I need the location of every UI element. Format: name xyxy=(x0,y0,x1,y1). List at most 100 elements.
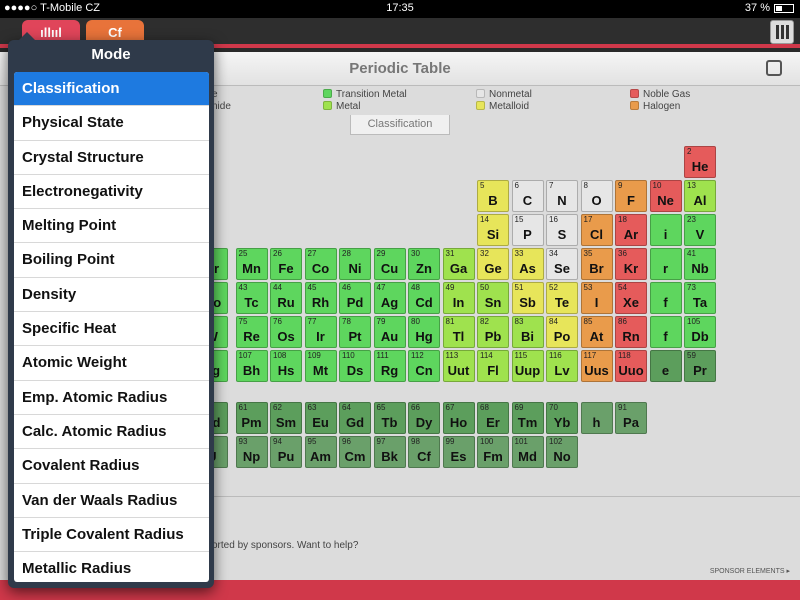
element-cell[interactable]: 43 Tc xyxy=(235,282,268,314)
element-cell[interactable]: 67 Ho xyxy=(442,402,475,434)
element-cell[interactable]: 36 Kr xyxy=(615,248,647,280)
element-cell[interactable]: 61 Pm xyxy=(235,402,268,434)
element-cell[interactable]: 64 Gd xyxy=(339,402,371,434)
element-cell[interactable]: 77 Ir xyxy=(304,316,337,348)
mode-option[interactable]: Density xyxy=(14,278,209,313)
element-cell[interactable]: 53 I xyxy=(580,282,613,314)
element-cell[interactable]: 62 Sm xyxy=(270,402,302,434)
element-cell[interactable]: 8O xyxy=(580,180,613,212)
sponsor-message[interactable]: orted by sponsors. Want to help? xyxy=(212,540,358,551)
element-cell[interactable]: 97 Bk xyxy=(373,436,406,468)
element-cell[interactable]: 83 Bi xyxy=(511,316,544,348)
element-cell[interactable]: 111 Rg xyxy=(373,350,406,382)
element-cell[interactable]: 84 Po xyxy=(546,316,578,348)
element-cell[interactable]: 82 Pb xyxy=(477,316,509,348)
element-cell[interactable]: 110 Ds xyxy=(339,350,371,382)
element-cell[interactable]: 94 Pu xyxy=(270,436,302,468)
mode-option[interactable]: Crystal Structure xyxy=(14,141,209,175)
element-cell[interactable]: 41 Nb xyxy=(684,248,716,280)
element-cell[interactable]: 86 Rn xyxy=(615,316,647,348)
element-cell[interactable]: 15 P xyxy=(511,214,544,246)
mode-option[interactable]: Melting Point xyxy=(14,209,209,244)
element-cell[interactable]: 96 Cm xyxy=(339,436,371,468)
element-cell[interactable]: 16 S xyxy=(546,214,578,246)
element-cell[interactable]: 59 Pr xyxy=(684,350,716,382)
element-cell[interactable]: 99 Es xyxy=(442,436,475,468)
element-cell[interactable]: 44 Ru xyxy=(270,282,302,314)
element-cell[interactable]: 46 Pd xyxy=(339,282,371,314)
element-cell[interactable]: 17 Cl xyxy=(580,214,613,246)
element-cell[interactable]: 81 Tl xyxy=(442,316,475,348)
element-cell[interactable]: 78 Pt xyxy=(339,316,371,348)
mode-option[interactable]: Calc. Atomic Radius xyxy=(14,415,209,450)
element-cell[interactable]: 25 Mn xyxy=(235,248,268,280)
element-cell[interactable]: 49 In xyxy=(442,282,475,314)
element-cell[interactable]: 113 Uut xyxy=(442,350,475,382)
element-cell[interactable]: 95 Am xyxy=(304,436,337,468)
element-cell[interactable]: 100 Fm xyxy=(477,436,509,468)
element-cell[interactable]: h xyxy=(580,402,613,434)
element-cell[interactable]: 33 As xyxy=(511,248,544,280)
element-cell[interactable]: 66 Dy xyxy=(408,402,440,434)
element-cell[interactable]: 68 Er xyxy=(477,402,509,434)
mode-option[interactable]: Metallic Radius xyxy=(14,552,209,582)
element-cell[interactable]: 116 Lv xyxy=(546,350,578,382)
element-cell[interactable]: f xyxy=(649,316,682,348)
element-cell[interactable]: 117 Uus xyxy=(580,350,613,382)
element-cell[interactable]: 109 Mt xyxy=(304,350,337,382)
columns-menu-button[interactable] xyxy=(770,20,794,44)
element-cell[interactable]: 75 Re xyxy=(235,316,268,348)
element-cell[interactable]: r xyxy=(649,248,682,280)
element-cell[interactable]: 118 Uuo xyxy=(615,350,647,382)
element-cell[interactable]: 76 Os xyxy=(270,316,302,348)
element-cell[interactable]: 52 Te xyxy=(546,282,578,314)
element-cell[interactable]: 63 Eu xyxy=(304,402,337,434)
element-cell[interactable]: 35 Br xyxy=(580,248,613,280)
mode-option[interactable]: Atomic Weight xyxy=(14,346,209,381)
mode-option[interactable]: Emp. Atomic Radius xyxy=(14,381,209,415)
element-cell[interactable]: 6C xyxy=(511,180,544,212)
mode-option[interactable]: Electronegativity xyxy=(14,175,209,210)
element-cell[interactable]: 54 Xe xyxy=(615,282,647,314)
element-cell[interactable]: 98 Cf xyxy=(408,436,440,468)
element-cell[interactable]: 10 Ne xyxy=(649,180,682,212)
element-cell[interactable]: 14 Si xyxy=(477,214,509,246)
element-cell[interactable]: 34 Se xyxy=(546,248,578,280)
element-cell[interactable]: 31 Ga xyxy=(442,248,475,280)
element-cell[interactable]: 9F xyxy=(615,180,647,212)
element-cell[interactable]: 28 Ni xyxy=(339,248,371,280)
element-cell[interactable]: 80 Hg xyxy=(408,316,440,348)
element-cell[interactable]: 18 Ar xyxy=(615,214,647,246)
element-cell[interactable]: 79 Au xyxy=(373,316,406,348)
mode-option[interactable]: Specific Heat xyxy=(14,312,209,347)
element-cell[interactable]: 23 V xyxy=(684,214,716,246)
mode-option[interactable]: Covalent Radius xyxy=(14,449,209,484)
element-cell[interactable]: 26 Fe xyxy=(270,248,302,280)
element-cell[interactable]: 115 Uup xyxy=(511,350,544,382)
element-cell[interactable]: 102 No xyxy=(546,436,578,468)
element-cell[interactable]: 2 He xyxy=(684,146,716,178)
element-cell[interactable]: e xyxy=(649,350,682,382)
mode-option[interactable]: Physical State xyxy=(14,106,209,141)
element-cell[interactable]: 114 Fl xyxy=(477,350,509,382)
element-cell[interactable]: 48 Cd xyxy=(408,282,440,314)
element-cell[interactable]: 29 Cu xyxy=(373,248,406,280)
mode-option[interactable]: Van der Waals Radius xyxy=(14,484,209,518)
element-cell[interactable]: 73 Ta xyxy=(684,282,716,314)
sponsor-elements-link[interactable]: SPONSOR ELEMENTS ▸ xyxy=(710,567,790,575)
element-cell[interactable]: 91 Pa xyxy=(615,402,647,434)
element-cell[interactable]: 85 At xyxy=(580,316,613,348)
element-cell[interactable]: 70 Yb xyxy=(546,402,578,434)
element-cell[interactable]: 107 Bh xyxy=(235,350,268,382)
element-cell[interactable]: 5B xyxy=(477,180,509,212)
element-cell[interactable]: 69 Tm xyxy=(511,402,544,434)
element-cell[interactable]: f xyxy=(649,282,682,314)
element-cell[interactable]: 93 Np xyxy=(235,436,268,468)
element-cell[interactable]: 65 Tb xyxy=(373,402,406,434)
element-cell[interactable]: 105 Db xyxy=(684,316,716,348)
mode-option[interactable]: Classification xyxy=(14,72,209,107)
element-cell[interactable]: 32 Ge xyxy=(477,248,509,280)
element-cell[interactable]: 108 Hs xyxy=(270,350,302,382)
element-cell[interactable]: 50 Sn xyxy=(477,282,509,314)
element-cell[interactable]: 27 Co xyxy=(304,248,337,280)
